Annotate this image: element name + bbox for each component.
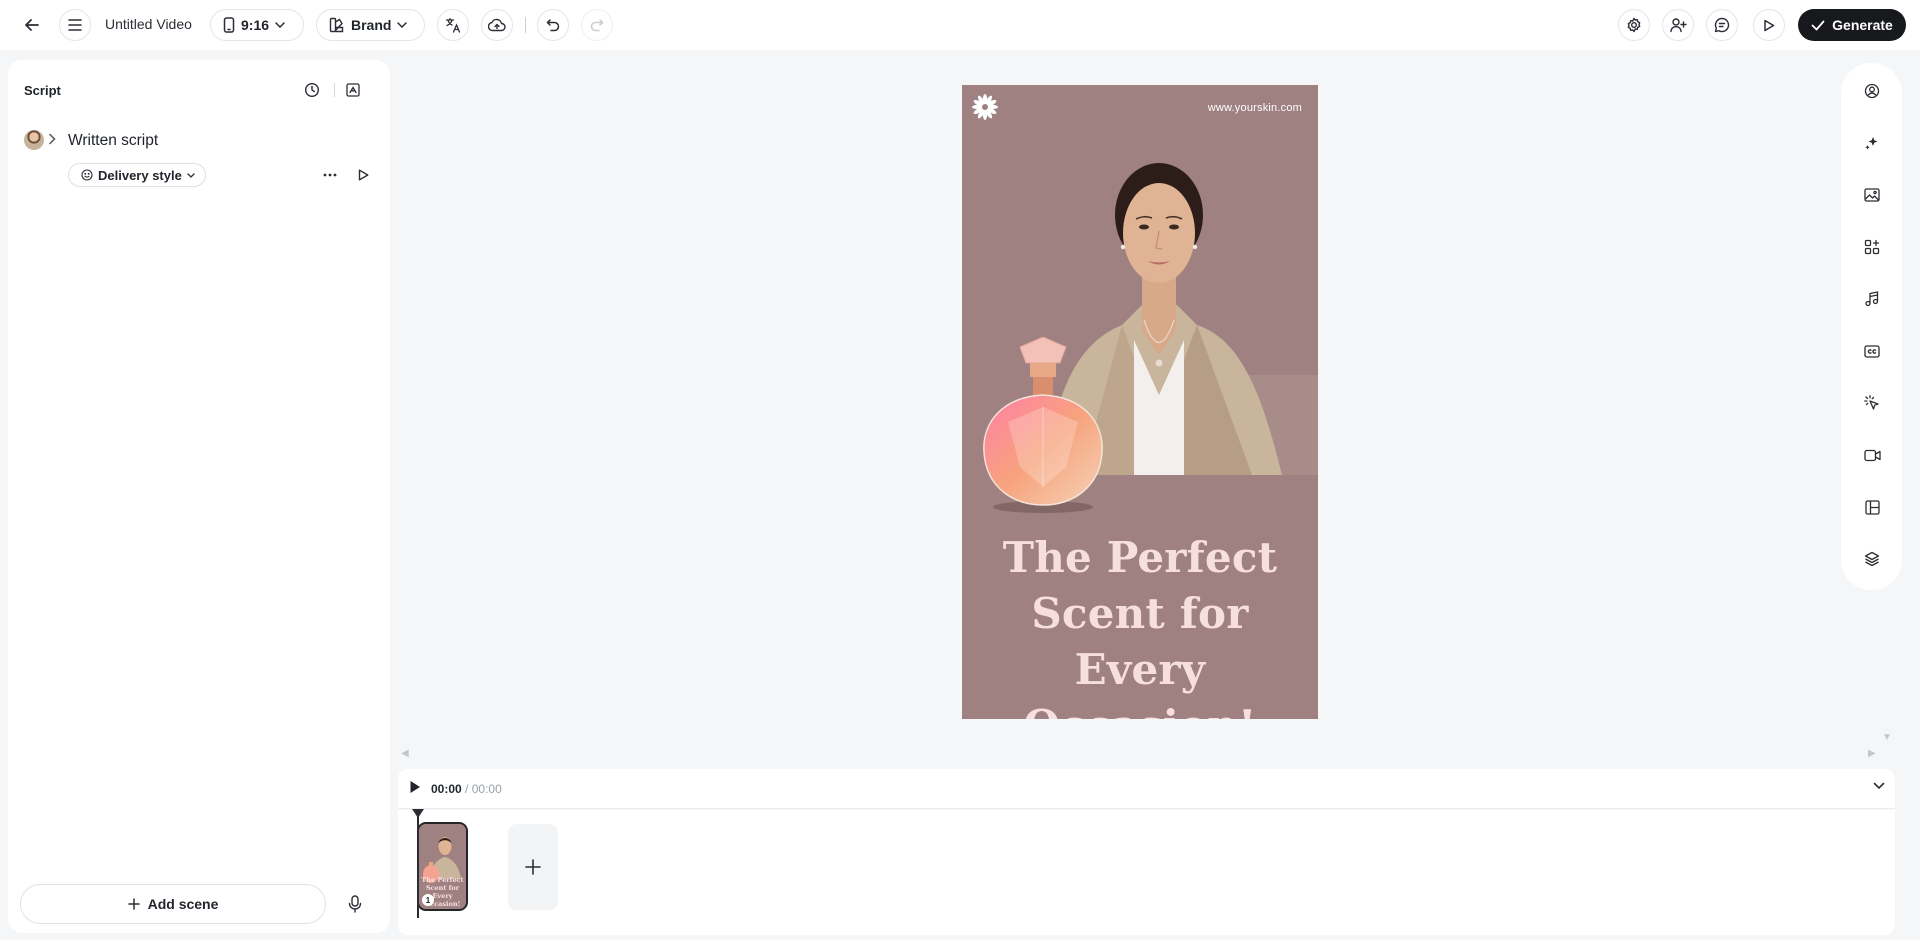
- smile-icon: [81, 169, 93, 181]
- generate-label: Generate: [1832, 17, 1893, 33]
- brand-select[interactable]: Brand: [316, 9, 425, 41]
- scroll-left-arrow-icon[interactable]: ◀: [401, 748, 409, 759]
- magic-sparkle-icon[interactable]: [1861, 132, 1883, 154]
- interaction-icon[interactable]: [1861, 392, 1883, 414]
- layers-icon[interactable]: [1861, 548, 1883, 570]
- more-options-icon[interactable]: [319, 164, 341, 186]
- total-time: 00:00: [471, 782, 502, 796]
- time-separator: /: [461, 782, 472, 796]
- preview-play-icon[interactable]: [1753, 9, 1785, 41]
- panel-header-divider: [334, 83, 335, 97]
- layout-icon[interactable]: [1861, 496, 1883, 518]
- brand-label: Brand: [351, 17, 392, 33]
- settings-gear-icon[interactable]: [1618, 9, 1650, 41]
- playhead[interactable]: [417, 814, 419, 918]
- timeline-play-icon[interactable]: [409, 780, 421, 794]
- checkmark-icon: [1811, 20, 1825, 31]
- chevron-down-icon: [187, 172, 195, 178]
- plus-icon: [524, 858, 542, 876]
- timeline-track: The Perfect Scent for Every Occasion! 1: [398, 809, 1895, 935]
- cloud-save-icon[interactable]: [481, 9, 513, 41]
- play-script-icon[interactable]: [352, 164, 374, 186]
- aspect-ratio-label: 9:16: [241, 17, 270, 33]
- add-user-icon[interactable]: [1662, 9, 1694, 41]
- image-icon[interactable]: [1861, 184, 1883, 206]
- script-layout-icon[interactable]: [342, 79, 364, 101]
- aspect-ratio-select[interactable]: 9:16: [210, 9, 304, 41]
- timeline-time-display: 00:00 / 00:00: [431, 782, 502, 796]
- collapse-timeline-icon[interactable]: [1873, 782, 1885, 790]
- timeline-header: 00:00 / 00:00: [398, 769, 1895, 809]
- chevron-right-icon[interactable]: [48, 133, 56, 145]
- elements-icon[interactable]: [1861, 236, 1883, 258]
- scroll-right-arrow-icon[interactable]: ▶: [1868, 748, 1876, 759]
- website-url: www.yourskin.com: [1207, 102, 1302, 114]
- avatar-icon[interactable]: [1861, 80, 1883, 102]
- panel-title: Script: [24, 83, 61, 98]
- delivery-style-select[interactable]: Delivery style: [68, 163, 206, 187]
- chevron-down-icon: [275, 22, 285, 28]
- undo-icon[interactable]: [537, 9, 569, 41]
- perfume-bottle-image: [983, 337, 1103, 513]
- menu-icon[interactable]: [59, 9, 91, 41]
- video-canvas[interactable]: www.yourskin.com The Perfect Scent for E…: [962, 85, 1318, 719]
- generate-button[interactable]: Generate: [1798, 9, 1906, 41]
- avatar[interactable]: [24, 130, 44, 150]
- redo-icon[interactable]: [581, 9, 613, 41]
- current-time: 00:00: [431, 782, 462, 796]
- flower-logo-icon: [970, 92, 1000, 122]
- music-icon[interactable]: [1861, 288, 1883, 310]
- scene-thumbnail[interactable]: The Perfect Scent for Every Occasion! 1: [417, 822, 468, 911]
- playhead-handle[interactable]: [412, 809, 424, 818]
- video-icon[interactable]: [1861, 444, 1883, 466]
- captions-icon[interactable]: [1861, 340, 1883, 362]
- add-scene-tile[interactable]: [508, 824, 558, 910]
- add-scene-label: Add scene: [147, 896, 219, 912]
- comment-icon[interactable]: [1706, 9, 1738, 41]
- script-panel: Script Written script Delivery style Add…: [8, 60, 390, 933]
- scene-number-badge: 1: [422, 894, 434, 906]
- phone-icon: [223, 17, 235, 33]
- canvas-headline[interactable]: The Perfect Scent for Every Occasion!: [962, 530, 1318, 719]
- top-bar: Untitled Video 9:16 Brand Generate: [0, 0, 1920, 50]
- right-tool-rail: [1841, 63, 1902, 590]
- back-arrow-icon[interactable]: [16, 9, 48, 41]
- add-scene-button[interactable]: Add scene: [20, 884, 326, 924]
- microphone-icon[interactable]: [343, 892, 367, 916]
- history-clock-icon[interactable]: [301, 79, 323, 101]
- translate-icon[interactable]: [437, 9, 469, 41]
- video-title[interactable]: Untitled Video: [105, 16, 192, 32]
- written-script-label[interactable]: Written script: [68, 132, 158, 150]
- toolbar-divider: [525, 17, 526, 33]
- chevron-down-icon: [397, 22, 408, 28]
- brand-kit-icon: [329, 17, 345, 33]
- delivery-style-label: Delivery style: [98, 167, 182, 183]
- plus-icon: [127, 898, 140, 910]
- scroll-down-arrow-icon[interactable]: ▼: [1882, 732, 1892, 743]
